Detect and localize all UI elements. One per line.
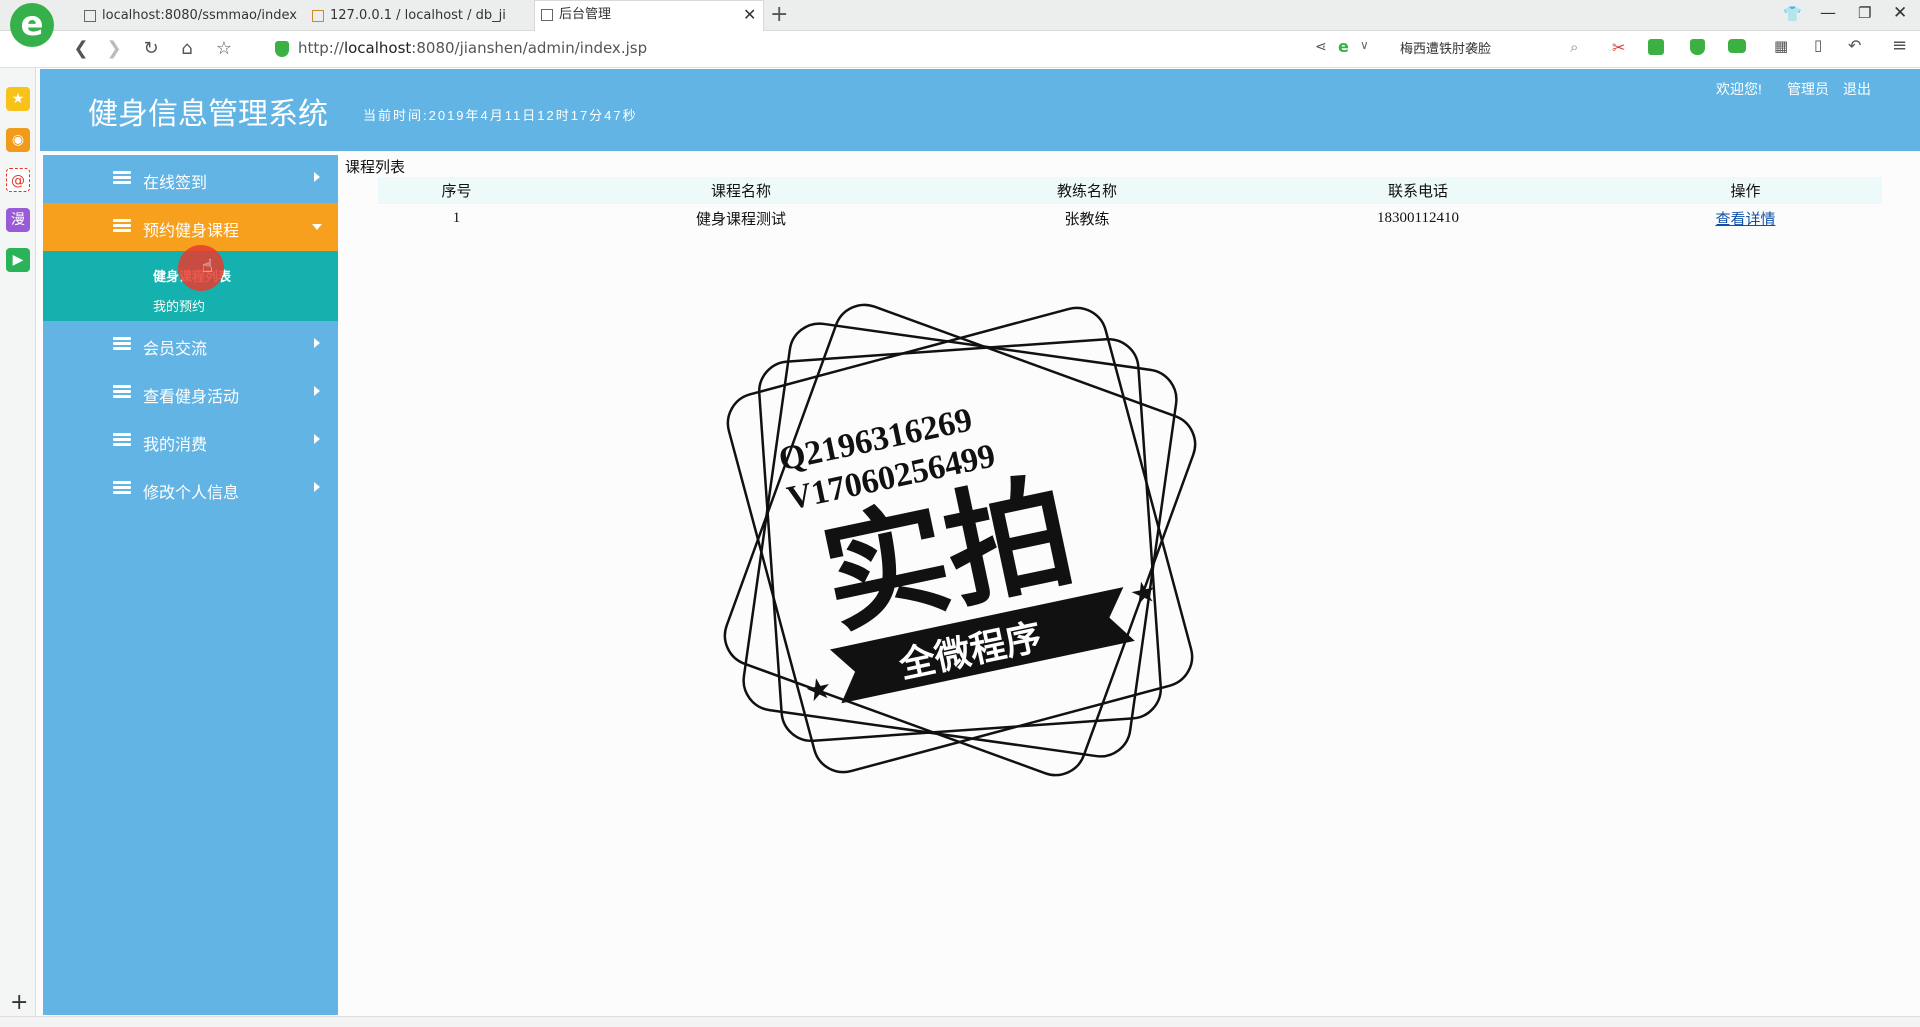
page-icon [541, 9, 553, 21]
column-header: 联系电话 [1227, 177, 1609, 204]
ie-mode-icon[interactable]: e [1338, 37, 1349, 56]
mail-icon[interactable]: @ [6, 168, 30, 192]
sidebar-item-label: 预约健身课程 [143, 223, 240, 240]
skin-icon[interactable]: 👕 [1783, 5, 1802, 23]
chevron-right-icon [314, 434, 320, 444]
cell-coach: 张教练 [1064, 211, 1110, 228]
sidebar-item-label: 在线签到 [143, 175, 208, 192]
apps-grid-icon[interactable]: ▦ [1774, 37, 1788, 55]
pma-icon [312, 10, 324, 22]
table-row: 1 健身课程测试 张教练 18300112410 查看详情 [378, 204, 1882, 233]
sidebar-item-consumption[interactable]: 我的消费 [43, 417, 338, 465]
minimize-icon[interactable]: — [1820, 3, 1836, 22]
cell-course-name: 健身课程测试 [695, 211, 786, 228]
back-icon[interactable]: ❮ [70, 38, 92, 60]
view-details-link[interactable]: 查看详情 [1715, 212, 1775, 228]
weibo-icon[interactable]: ◉ [6, 128, 30, 152]
tab-admin[interactable]: 后台管理 ✕ [534, 0, 764, 31]
status-bar [0, 1016, 1920, 1027]
close-tab-icon[interactable]: ✕ [743, 1, 756, 29]
browser-side-strip: ★ ◉ @ 漫 ▶ + [0, 68, 36, 1016]
stack-icon [113, 481, 131, 495]
search-input[interactable]: 梅西遭铁肘袭脸 [1400, 38, 1584, 62]
comic-icon[interactable]: 漫 [6, 208, 30, 232]
submenu-item-my-booking[interactable]: 我的预约 [153, 296, 205, 315]
cell-index: 1 [452, 209, 461, 226]
game-icon[interactable] [1728, 39, 1746, 53]
share-icon[interactable]: ⋖ [1315, 39, 1327, 55]
sidebar-item-book-course[interactable]: 预约健身课程 [43, 203, 338, 251]
stack-icon [113, 385, 131, 399]
browser-toolbar: ❮ ❯ ↻ ⌂ ☆ http://localhost:8080/jianshen… [0, 31, 1920, 68]
column-header: 操作 [1609, 177, 1882, 204]
chevron-down-icon[interactable]: ∨ [1360, 38, 1369, 52]
chevron-right-icon [314, 172, 320, 182]
money-shield-icon[interactable] [1690, 39, 1705, 55]
page-icon [84, 10, 96, 22]
hand-cursor-icon: ☝ [202, 256, 213, 277]
url-prefix: http:// [298, 39, 344, 57]
sidebar-item-profile[interactable]: 修改个人信息 [43, 465, 338, 513]
add-icon[interactable]: + [10, 990, 28, 1015]
cell-phone: 18300112410 [1377, 209, 1459, 226]
home-icon[interactable]: ⌂ [176, 38, 198, 60]
column-header: 序号 [378, 177, 535, 204]
course-table: 序号 课程名称 教练名称 联系电话 操作 1 健身课程测试 张教练 183001… [378, 177, 1882, 232]
secure-shield-icon [275, 41, 289, 57]
new-tab-icon[interactable]: + [770, 2, 788, 27]
scissors-icon[interactable]: ✂ [1612, 38, 1625, 57]
cursor-highlight [178, 245, 224, 291]
tablet-icon[interactable]: ▯ [1814, 36, 1822, 54]
url-host: localhost [343, 39, 412, 57]
sidebar-item-label: 会员交流 [143, 341, 208, 358]
current-time: 当前时间:2019年4月11日12时17分47秒 [363, 108, 638, 123]
watermark-stamp: Q2196316269 V17060256499 实拍 全微程序 ★ ★ [723, 303, 1197, 777]
admin-link[interactable]: 管理员 [1787, 79, 1829, 99]
column-header: 课程名称 [535, 177, 947, 204]
close-window-icon[interactable]: ✕ [1893, 3, 1907, 23]
stack-icon [113, 337, 131, 351]
stack-icon [113, 219, 131, 233]
star-icon: ★ [802, 670, 836, 710]
chevron-down-icon [312, 224, 322, 230]
tab-phpmyadmin[interactable]: 127.0.0.1 / localhost / db_jians [306, 2, 506, 30]
sidebar-item-label: 查看健身活动 [143, 389, 240, 406]
sidebar-item-checkin[interactable]: 在线签到 [43, 155, 338, 203]
tab-ssmmao[interactable]: localhost:8080/ssmmao/index [78, 2, 298, 30]
chevron-right-icon [314, 386, 320, 396]
cell-action: 查看详情 [1609, 204, 1882, 233]
browser-logo-icon[interactable]: e [10, 3, 54, 47]
page-title: 健身信息管理系统 [88, 98, 328, 131]
sidebar-item-label: 修改个人信息 [143, 485, 240, 502]
favorite-star-icon[interactable]: ☆ [213, 38, 235, 60]
browser-tab-bar: e localhost:8080/ssmmao/index 127.0.0.1 … [0, 0, 1920, 47]
chevron-right-icon [314, 482, 320, 492]
table-header-row: 序号 课程名称 教练名称 联系电话 操作 [378, 177, 1882, 204]
forward-icon[interactable]: ❯ [103, 38, 125, 60]
content-title: 课程列表 [345, 159, 406, 176]
menu-icon[interactable]: ≡ [1892, 35, 1907, 56]
refresh-icon[interactable]: ↻ [140, 38, 162, 60]
tab-label: localhost:8080/ssmmao/index [102, 8, 297, 23]
welcome-text: 欢迎您! [1716, 81, 1762, 97]
column-header: 教练名称 [947, 177, 1227, 204]
star-icon: ★ [1127, 574, 1161, 614]
stack-icon [113, 171, 131, 185]
sidebar-item-label: 我的消费 [143, 437, 208, 454]
video-icon[interactable]: ▶ [6, 248, 30, 272]
sidebar-item-activities[interactable]: 查看健身活动 [43, 369, 338, 417]
restore-icon[interactable]: ❐ [1858, 4, 1871, 22]
undo-icon[interactable]: ↶ [1848, 36, 1861, 55]
favorites-icon[interactable]: ★ [6, 87, 30, 111]
sidebar-item-member-chat[interactable]: 会员交流 [43, 321, 338, 369]
stack-icon [113, 433, 131, 447]
logout-link[interactable]: 退出 [1843, 79, 1871, 99]
url-rest: :8080/jianshen/admin/index.jsp [411, 39, 648, 57]
tab-label: 127.0.0.1 / localhost / db_jians [330, 8, 506, 23]
tab-label: 后台管理 [559, 7, 612, 22]
address-bar[interactable]: http://localhost:8080/jianshen/admin/ind… [298, 39, 647, 57]
translate-icon[interactable] [1648, 39, 1664, 55]
chevron-right-icon [314, 338, 320, 348]
